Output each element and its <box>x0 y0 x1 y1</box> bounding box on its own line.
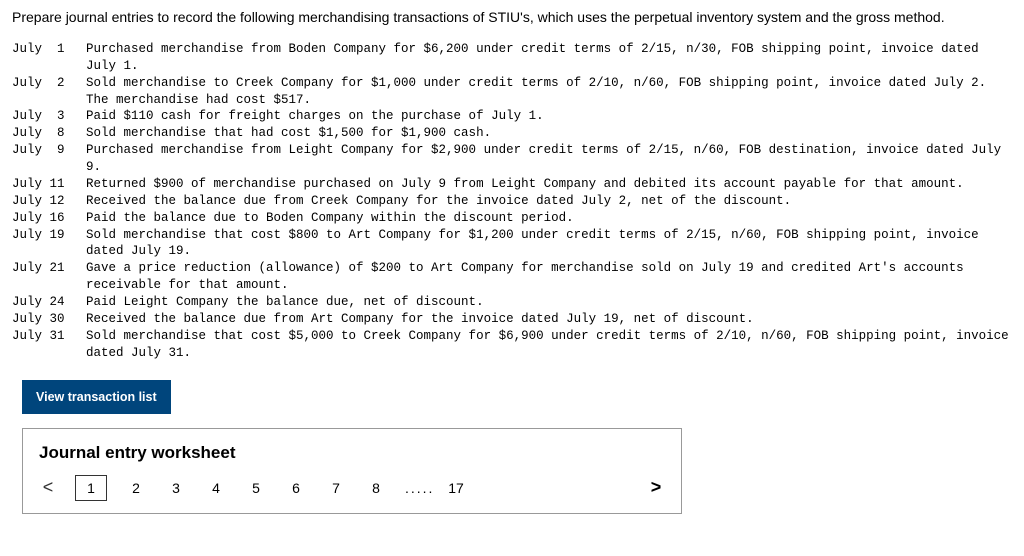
transaction-row: July 24Paid Leight Company the balance d… <box>12 294 1012 311</box>
view-transaction-list-button[interactable]: View transaction list <box>22 380 171 414</box>
transaction-text: Sold merchandise that had cost $1,500 fo… <box>86 125 1012 142</box>
pager-page-current[interactable]: 1 <box>75 475 107 501</box>
transaction-text: Purchased merchandise from Leight Compan… <box>86 142 1012 176</box>
chevron-right-icon[interactable]: > <box>647 477 665 498</box>
transaction-text: Sold merchandise that cost $800 to Art C… <box>86 227 1012 261</box>
pager-last-page[interactable]: 17 <box>445 480 467 496</box>
pager-page[interactable]: 8 <box>365 480 387 496</box>
transaction-row: July 16Paid the balance due to Boden Com… <box>12 210 1012 227</box>
problem-intro: Prepare journal entries to record the fo… <box>12 8 1012 27</box>
transaction-date: July 24 <box>12 294 86 311</box>
transaction-row: July 3Paid $110 cash for freight charges… <box>12 108 1012 125</box>
transaction-date: July 2 <box>12 75 86 92</box>
transaction-text: Paid Leight Company the balance due, net… <box>86 294 1012 311</box>
transaction-date: July 21 <box>12 260 86 277</box>
transaction-text: Gave a price reduction (allowance) of $2… <box>86 260 1012 294</box>
pager-ellipsis: ..... <box>405 480 427 496</box>
transaction-date: July 9 <box>12 142 86 159</box>
pager-page[interactable]: 7 <box>325 480 347 496</box>
transaction-text: Sold merchandise to Creek Company for $1… <box>86 75 1012 109</box>
transaction-row: July 1Purchased merchandise from Boden C… <box>12 41 1012 75</box>
journal-entry-worksheet-panel: Journal entry worksheet < 1 2 3 4 5 6 7 … <box>22 428 682 514</box>
transaction-row: July 12Received the balance due from Cre… <box>12 193 1012 210</box>
transaction-text: Received the balance due from Creek Comp… <box>86 193 1012 210</box>
transaction-text: Paid the balance due to Boden Company wi… <box>86 210 1012 227</box>
transaction-date: July 3 <box>12 108 86 125</box>
transaction-date: July 1 <box>12 41 86 58</box>
transaction-row: July 9Purchased merchandise from Leight … <box>12 142 1012 176</box>
transaction-row: July 30Received the balance due from Art… <box>12 311 1012 328</box>
transaction-date: July 12 <box>12 193 86 210</box>
transaction-text: Purchased merchandise from Boden Company… <box>86 41 1012 75</box>
transaction-text: Returned $900 of merchandise purchased o… <box>86 176 1012 193</box>
transaction-row: July 11Returned $900 of merchandise purc… <box>12 176 1012 193</box>
pager-page[interactable]: 3 <box>165 480 187 496</box>
transaction-row: July 2Sold merchandise to Creek Company … <box>12 75 1012 109</box>
pager-page[interactable]: 4 <box>205 480 227 496</box>
transaction-date: July 30 <box>12 311 86 328</box>
transaction-date: July 16 <box>12 210 86 227</box>
worksheet-title: Journal entry worksheet <box>39 443 665 463</box>
transaction-date: July 19 <box>12 227 86 244</box>
pager-page[interactable]: 6 <box>285 480 307 496</box>
worksheet-pager: < 1 2 3 4 5 6 7 8 ..... 17 > <box>39 475 665 501</box>
transaction-text: Sold merchandise that cost $5,000 to Cre… <box>86 328 1012 362</box>
transaction-row: July 21Gave a price reduction (allowance… <box>12 260 1012 294</box>
transaction-text: Paid $110 cash for freight charges on th… <box>86 108 1012 125</box>
chevron-left-icon[interactable]: < <box>39 477 57 498</box>
pager-page[interactable]: 2 <box>125 480 147 496</box>
pager-page[interactable]: 5 <box>245 480 267 496</box>
transaction-date: July 11 <box>12 176 86 193</box>
transaction-date: July 31 <box>12 328 86 345</box>
transaction-row: July 31Sold merchandise that cost $5,000… <box>12 328 1012 362</box>
transaction-text: Received the balance due from Art Compan… <box>86 311 1012 328</box>
transaction-date: July 8 <box>12 125 86 142</box>
transaction-row: July 8Sold merchandise that had cost $1,… <box>12 125 1012 142</box>
transactions-list: July 1Purchased merchandise from Boden C… <box>12 41 1012 362</box>
transaction-row: July 19Sold merchandise that cost $800 t… <box>12 227 1012 261</box>
